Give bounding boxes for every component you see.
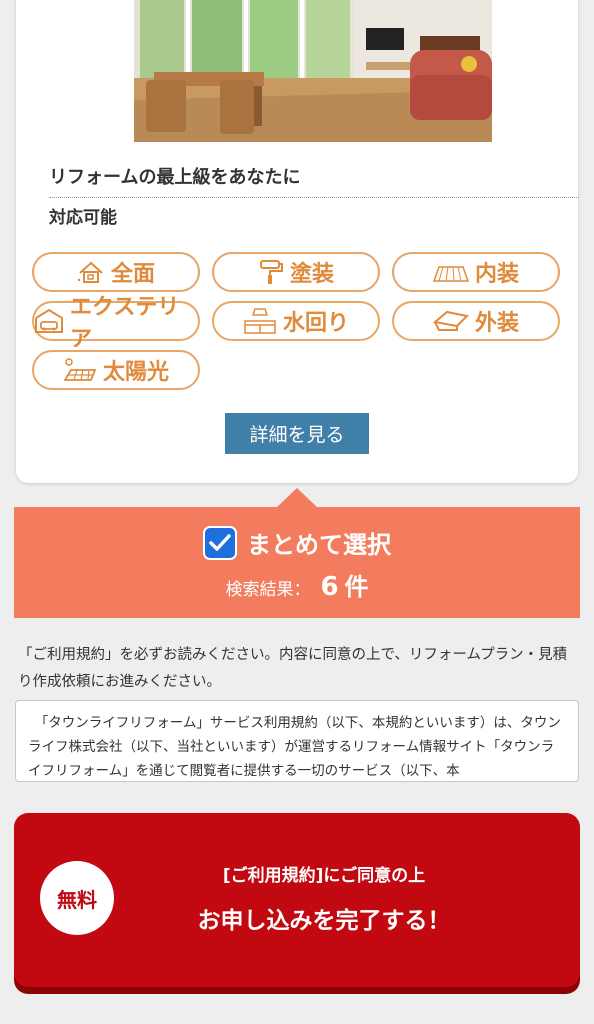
submit-button[interactable]: 無料 [ご利用規約]にご同意の上 お申し込みを完了する！ <box>14 813 580 987</box>
tag-label: エクステリア <box>70 295 180 352</box>
tag-gaisou: 外装 <box>392 301 560 341</box>
terms-text-box[interactable]: 「タウンライフリフォーム」サービス利用規約（以下、本規約といいます）は、タウンラ… <box>15 700 579 782</box>
result-unit: 件 <box>344 573 369 601</box>
flooring-icon <box>432 266 469 282</box>
company-card: リフォームの最上級をあなたに 対応可能 全面 塗装 内装 エクステリア 水回り … <box>16 0 579 483</box>
select-all-checkbox[interactable] <box>203 525 237 560</box>
tag-taiyoukou: 太陽光 <box>32 350 200 390</box>
kitchen-icon <box>244 308 276 334</box>
tag-mizumawari: 水回り <box>212 301 380 341</box>
terms-notice: 「ご利用規約」を必ずお読みください。内容に同意の上で、リフォームプラン・見積り作… <box>18 647 568 690</box>
tag-label: 塗装 <box>289 262 334 287</box>
select-all-bar: まとめて選択 検索結果： 6 件 <box>14 507 580 618</box>
roof-icon <box>432 310 469 331</box>
select-all-label[interactable]: まとめて選択 <box>247 525 391 560</box>
free-badge: 無料 <box>40 861 114 935</box>
search-result-count: 検索結果： 6 件 <box>14 567 580 602</box>
paint-roller-icon <box>259 260 283 284</box>
tag-zenmen: 全面 <box>32 252 200 292</box>
tag-label: 全面 <box>110 262 155 287</box>
house-icon <box>77 261 103 283</box>
garage-car-icon <box>35 308 63 333</box>
tag-label: 水回り <box>282 311 349 336</box>
checkmark-icon <box>209 533 231 551</box>
result-label: 検索結果： <box>225 580 311 600</box>
detail-button[interactable]: 詳細を見る <box>225 413 369 454</box>
submit-sub-label: [ご利用規約]にご同意の上 <box>222 866 426 886</box>
card-title: リフォームの最上級をあなたに <box>49 163 579 198</box>
tag-label: 内装 <box>474 262 519 287</box>
tag-label: 外装 <box>474 311 519 336</box>
submit-main-label: お申し込みを完了する！ <box>197 908 451 934</box>
tag-tosou: 塗装 <box>212 252 380 292</box>
select-bar-pointer <box>276 488 318 508</box>
tag-naisou: 内装 <box>392 252 560 292</box>
support-label: 対応可能 <box>49 208 117 228</box>
living-room-photo <box>134 0 492 142</box>
tag-label: 太陽光 <box>102 360 169 385</box>
tag-exterior: エクステリア <box>32 295 200 352</box>
solar-panel-icon <box>63 358 97 381</box>
result-count: 6 <box>320 572 339 602</box>
